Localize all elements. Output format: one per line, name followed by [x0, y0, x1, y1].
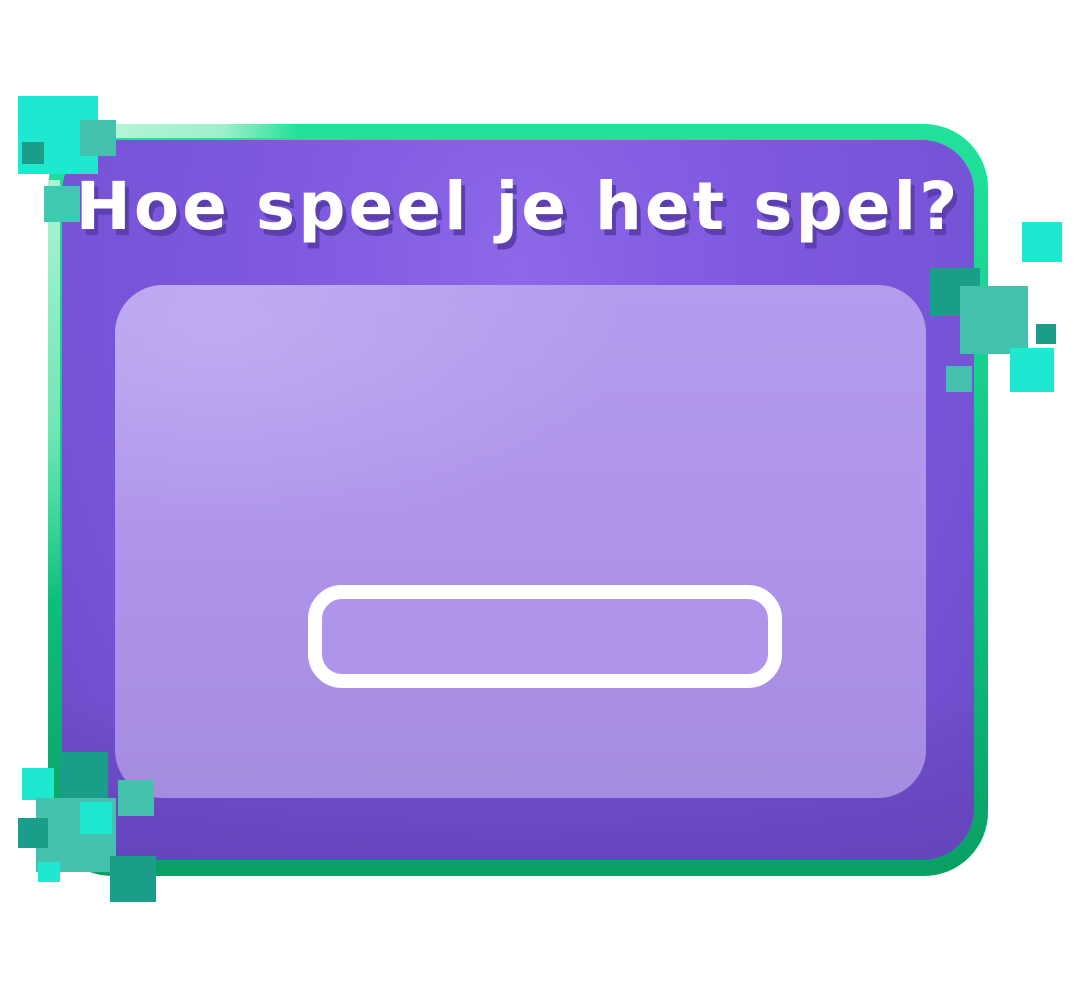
pixel-decoration [110, 856, 156, 902]
pixel-decoration [38, 862, 60, 882]
pixel-decoration [44, 186, 80, 222]
instructions-area [115, 285, 926, 798]
pixel-decoration [1036, 324, 1056, 344]
pixel-decoration [960, 286, 1028, 354]
pixel-decoration [80, 802, 112, 834]
pixel-decoration [946, 366, 972, 392]
pixel-decoration [80, 120, 116, 156]
pixel-decoration [22, 142, 44, 164]
pixel-decoration [118, 780, 154, 816]
pixel-decoration [1022, 222, 1062, 262]
continue-button[interactable] [308, 585, 782, 688]
frame-side-highlight [48, 180, 60, 600]
pixel-decoration [60, 752, 108, 800]
pixel-decoration [1010, 348, 1054, 392]
game-screen: Hoe speel je het spel? [0, 0, 1090, 1000]
instructions-glow [115, 285, 635, 545]
pixel-decoration [18, 818, 48, 848]
dialog-title: Hoe speel je het spel? [75, 168, 961, 245]
pixel-decoration [22, 768, 54, 800]
